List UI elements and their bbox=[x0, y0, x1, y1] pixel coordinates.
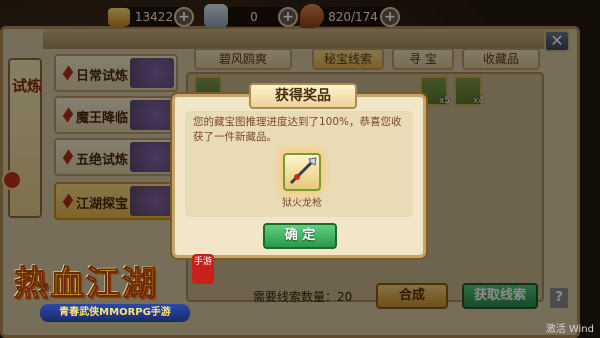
dialog-title: 获得奖品 bbox=[249, 83, 357, 109]
confirm-button[interactable]: 确 定 bbox=[263, 223, 337, 249]
logo-subtitle: 青春武侠MMORPG手游 bbox=[40, 304, 190, 322]
spear-icon bbox=[289, 157, 317, 185]
dialog-body: 您的藏宝图推理进度达到了100%，恭喜您收获了一件新藏品。 狱火龙枪 bbox=[185, 111, 413, 217]
activation-watermark: 激活 Wind bbox=[545, 324, 594, 335]
reward-item-name: 狱火龙枪 bbox=[282, 198, 322, 209]
logo-badge: 手游 bbox=[192, 254, 214, 284]
reward-dialog: 获得奖品 您的藏宝图推理进度达到了100%，恭喜您收获了一件新藏品。 狱火龙枪 … bbox=[172, 83, 426, 258]
reward-item-slot[interactable] bbox=[283, 153, 321, 191]
game-logo: 热血江湖 手游 青春武侠MMORPG手游 bbox=[6, 250, 216, 336]
dialog-message: 您的藏宝图推理进度达到了100%，恭喜您收获了一件新藏品。 bbox=[193, 116, 402, 143]
logo-title: 热血江湖 bbox=[14, 264, 158, 305]
